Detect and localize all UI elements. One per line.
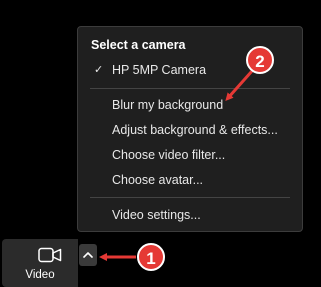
video-camera-icon — [38, 247, 62, 263]
menu-item-label: Adjust background & effects... — [112, 123, 278, 137]
menu-item-label: Blur my background — [112, 98, 224, 112]
annotation-badge-2: 2 — [246, 46, 274, 74]
menu-item-label: HP 5MP Camera — [112, 63, 207, 77]
menu-item-label: Video settings... — [112, 208, 201, 222]
menu-item-adjust-background[interactable]: Adjust background & effects... — [78, 119, 302, 141]
menu-item-video-filter[interactable]: Choose video filter... — [78, 144, 302, 166]
menu-divider — [90, 197, 290, 198]
chevron-up-icon — [83, 252, 93, 258]
menu-item-label: Choose avatar... — [112, 173, 204, 187]
menu-item-video-settings[interactable]: Video settings... — [78, 204, 302, 226]
video-button[interactable]: Video — [2, 239, 78, 287]
video-label: Video — [25, 269, 55, 281]
menu-header: Select a camera — [91, 38, 186, 52]
menu-item-blur-background[interactable]: Blur my background — [78, 94, 302, 116]
annotation-badge-1: 1 — [137, 243, 165, 271]
video-options-caret-button[interactable] — [79, 244, 97, 266]
menu-item-avatar[interactable]: Choose avatar... — [78, 169, 302, 191]
menu-divider — [90, 88, 290, 89]
checkmark-icon: ✓ — [94, 64, 104, 76]
menu-item-label: Choose video filter... — [112, 148, 226, 162]
